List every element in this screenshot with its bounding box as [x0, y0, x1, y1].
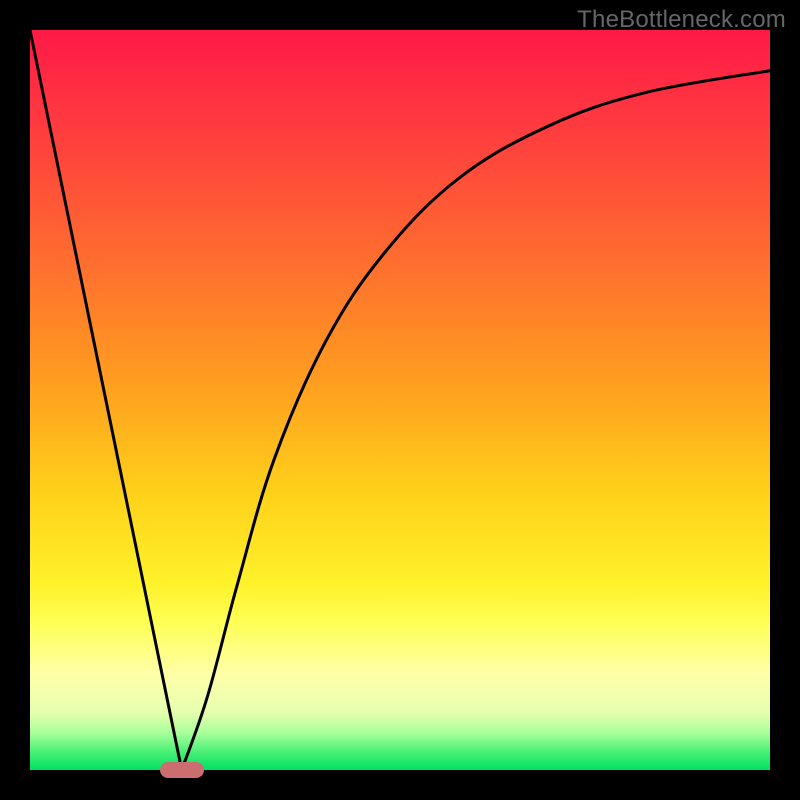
plot-area — [30, 30, 770, 770]
curve-layer — [30, 30, 770, 770]
chart-frame: TheBottleneck.com — [0, 0, 800, 800]
bottleneck-curve — [30, 30, 770, 770]
optimum-marker — [160, 762, 204, 778]
watermark-text: TheBottleneck.com — [577, 6, 786, 34]
